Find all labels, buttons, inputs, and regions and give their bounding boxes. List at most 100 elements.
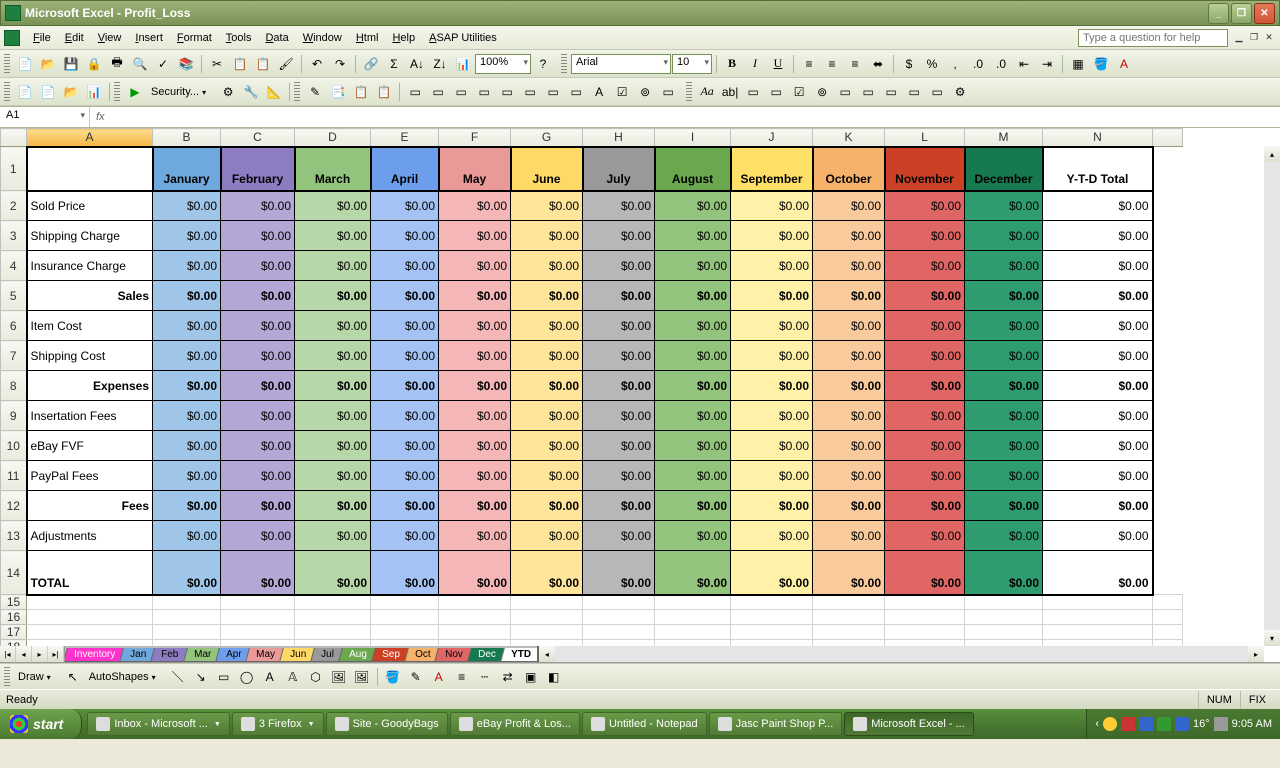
- cell[interactable]: $0.00: [731, 311, 813, 341]
- toolbar-button[interactable]: ▭: [834, 81, 856, 103]
- toolbar-grip[interactable]: [4, 82, 10, 102]
- cell[interactable]: $0.00: [221, 401, 295, 431]
- tab-last-button[interactable]: ▸|: [48, 646, 64, 662]
- cell[interactable]: $0.00: [731, 371, 813, 401]
- maximize-button[interactable]: ❐: [1231, 3, 1252, 24]
- cell[interactable]: Insurance Charge: [27, 251, 153, 281]
- cell[interactable]: $0.00: [655, 551, 731, 595]
- cell[interactable]: [885, 595, 965, 610]
- cell[interactable]: [153, 625, 221, 640]
- cell[interactable]: $0.00: [655, 251, 731, 281]
- cell[interactable]: $0.00: [731, 431, 813, 461]
- toolbar-button[interactable]: ☑: [611, 81, 633, 103]
- formula-input[interactable]: [111, 107, 1280, 127]
- cell[interactable]: $0.00: [295, 521, 371, 551]
- comma-button[interactable]: ,: [944, 53, 966, 75]
- clipart-button[interactable]: 🖼: [328, 666, 350, 688]
- cell[interactable]: $0.00: [511, 191, 583, 221]
- vertical-scrollbar[interactable]: [1264, 146, 1280, 646]
- cell[interactable]: $0.00: [221, 371, 295, 401]
- cell[interactable]: [731, 625, 813, 640]
- cell[interactable]: March: [295, 147, 371, 191]
- taskbar-item[interactable]: Microsoft Excel - ...: [844, 712, 974, 736]
- column-header[interactable]: H: [583, 129, 655, 147]
- column-header[interactable]: I: [655, 129, 731, 147]
- toolbar-button[interactable]: ▭: [427, 81, 449, 103]
- underline-button[interactable]: U: [767, 53, 789, 75]
- toolbar-button[interactable]: 🔧: [240, 81, 262, 103]
- minimize-button[interactable]: _: [1208, 3, 1229, 24]
- toolbar-grip[interactable]: [294, 82, 300, 102]
- taskbar-item[interactable]: Inbox - Microsoft ...▼: [87, 712, 229, 736]
- sheet-tab-ytd[interactable]: YTD: [500, 648, 537, 662]
- doc-restore-button[interactable]: ❐: [1247, 31, 1261, 45]
- menu-asap-utilities[interactable]: ASAP Utilities: [422, 29, 504, 47]
- cell[interactable]: $0.00: [371, 251, 439, 281]
- cell[interactable]: $0.00: [221, 191, 295, 221]
- tab-first-button[interactable]: |◂: [0, 646, 16, 662]
- cell[interactable]: $0.00: [813, 221, 885, 251]
- tray-icon[interactable]: [1121, 717, 1135, 731]
- cell[interactable]: $0.00: [153, 431, 221, 461]
- cell[interactable]: $0.00: [1043, 491, 1153, 521]
- tray-icon[interactable]: [1157, 717, 1171, 731]
- toolbar-grip[interactable]: [4, 667, 10, 687]
- row-header[interactable]: 11: [1, 461, 27, 491]
- draw-menu-button[interactable]: Draw: [14, 669, 61, 685]
- cell[interactable]: $0.00: [731, 281, 813, 311]
- toolbar-button[interactable]: 📄: [37, 81, 59, 103]
- cell[interactable]: [1043, 625, 1153, 640]
- cell[interactable]: $0.00: [965, 461, 1043, 491]
- menu-window[interactable]: Window: [296, 29, 349, 47]
- toolbar-button[interactable]: ▭: [404, 81, 426, 103]
- cell[interactable]: $0.00: [885, 461, 965, 491]
- cell[interactable]: $0.00: [295, 461, 371, 491]
- row-header[interactable]: 4: [1, 251, 27, 281]
- security-button[interactable]: Security...: [147, 84, 216, 100]
- doc-minimize-button[interactable]: ▁: [1232, 31, 1246, 45]
- cell[interactable]: $0.00: [511, 401, 583, 431]
- toolbar-button[interactable]: 📂: [60, 81, 82, 103]
- row-header[interactable]: 2: [1, 191, 27, 221]
- cell[interactable]: $0.00: [731, 191, 813, 221]
- cell[interactable]: $0.00: [153, 491, 221, 521]
- cell[interactable]: $0.00: [965, 491, 1043, 521]
- cell[interactable]: $0.00: [221, 491, 295, 521]
- cell[interactable]: $0.00: [511, 491, 583, 521]
- increase-decimal-button[interactable]: .0: [967, 53, 989, 75]
- spreadsheet-grid[interactable]: ABCDEFGHIJKLMN1JanuaryFebruaryMarchApril…: [0, 128, 1280, 663]
- paste-button[interactable]: 📋: [252, 53, 274, 75]
- column-header[interactable]: D: [295, 129, 371, 147]
- close-button[interactable]: ✕: [1254, 3, 1275, 24]
- toolbar-button[interactable]: ▭: [926, 81, 948, 103]
- cell[interactable]: $0.00: [813, 311, 885, 341]
- cell[interactable]: $0.00: [295, 431, 371, 461]
- cell[interactable]: $0.00: [371, 191, 439, 221]
- toolbar-button[interactable]: 📊: [83, 81, 105, 103]
- cell[interactable]: Fees: [27, 491, 153, 521]
- cell[interactable]: $0.00: [583, 311, 655, 341]
- cell[interactable]: $0.00: [813, 341, 885, 371]
- font-combo[interactable]: Arial: [571, 54, 671, 74]
- new-button[interactable]: 📄: [14, 53, 36, 75]
- wordart-button[interactable]: 𝔸: [282, 666, 304, 688]
- align-left-button[interactable]: ≡: [798, 53, 820, 75]
- cell[interactable]: $0.00: [511, 551, 583, 595]
- increase-indent-button[interactable]: ⇥: [1036, 53, 1058, 75]
- help-search-input[interactable]: [1078, 29, 1228, 47]
- cell[interactable]: $0.00: [655, 461, 731, 491]
- toolbar-button[interactable]: Aa: [696, 81, 718, 103]
- cell[interactable]: Adjustments: [27, 521, 153, 551]
- cell[interactable]: $0.00: [295, 281, 371, 311]
- cell[interactable]: $0.00: [813, 431, 885, 461]
- cell[interactable]: $0.00: [371, 551, 439, 595]
- toolbar-button[interactable]: ✎: [304, 81, 326, 103]
- format-painter-button[interactable]: 🖌: [275, 53, 297, 75]
- cell[interactable]: $0.00: [731, 401, 813, 431]
- align-center-button[interactable]: ≡: [821, 53, 843, 75]
- cell[interactable]: $0.00: [153, 221, 221, 251]
- cell[interactable]: December: [965, 147, 1043, 191]
- percent-button[interactable]: %: [921, 53, 943, 75]
- cell[interactable]: $0.00: [1043, 401, 1153, 431]
- select-objects-button[interactable]: ↖: [62, 666, 84, 688]
